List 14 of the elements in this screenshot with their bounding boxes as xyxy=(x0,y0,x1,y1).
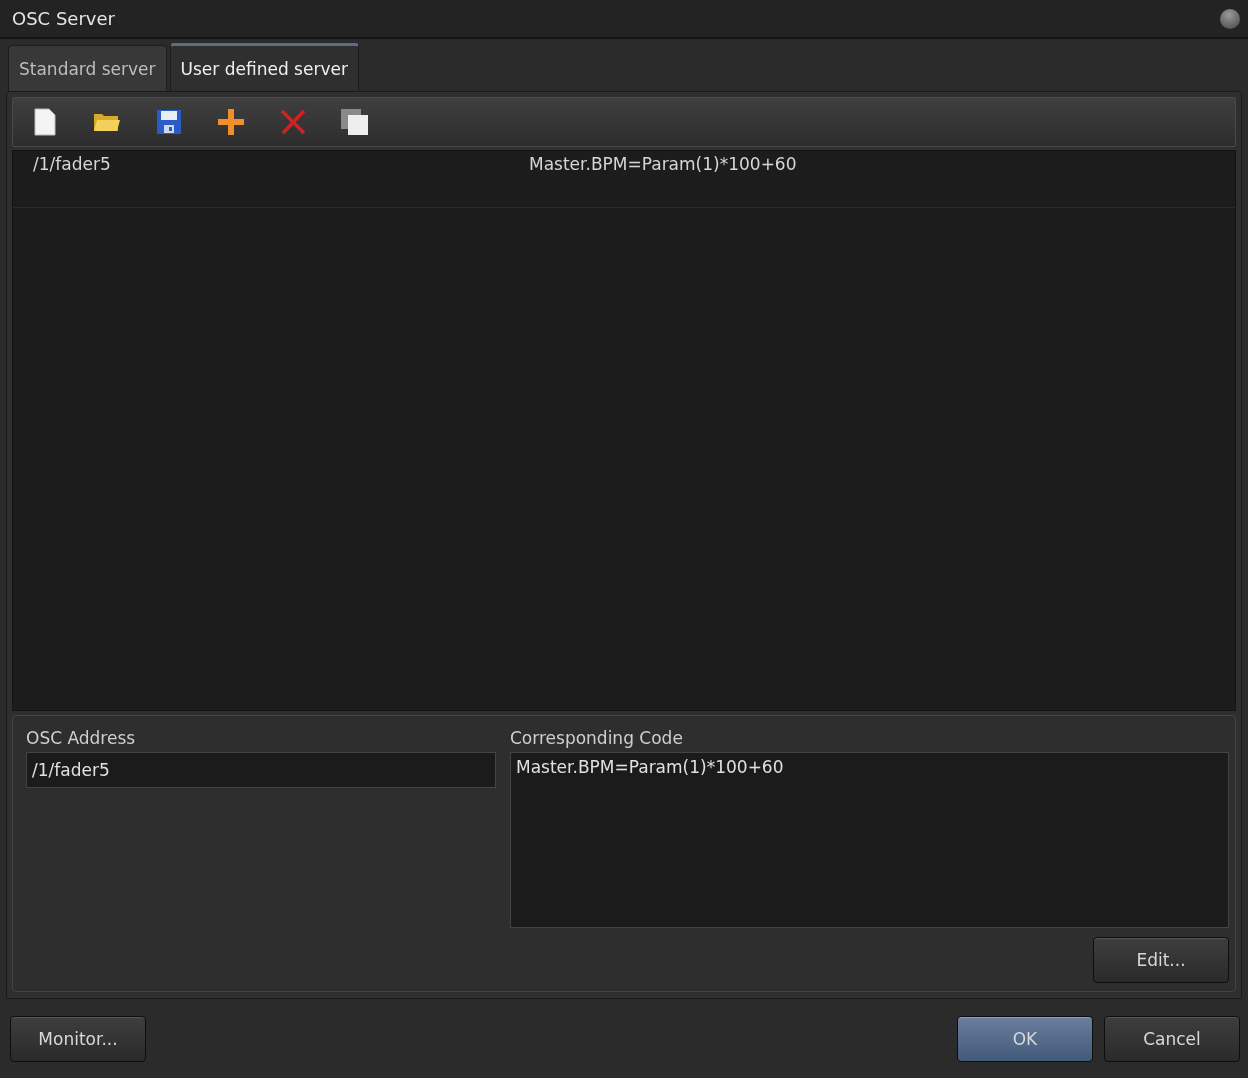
dialog-button[interactable]: Cancel xyxy=(1104,1015,1240,1062)
dialog-button[interactable]: OK xyxy=(957,1015,1093,1062)
field-label: OSC Address xyxy=(26,728,137,748)
code-input-field[interactable]: Master.BPM=Param(1)*100+60 xyxy=(510,752,1229,928)
edit-button[interactable]: Edit... xyxy=(1093,937,1229,983)
window-orb-icon xyxy=(1220,8,1240,29)
code-cell-text: Master.BPM=Param(1)*100+60 xyxy=(528,152,798,176)
monitor-button[interactable]: Monitor... xyxy=(10,1015,146,1062)
tab[interactable]: Standard server xyxy=(8,45,167,91)
address-cell-text: /1/fader5 xyxy=(32,152,112,176)
field-label: Corresponding Code xyxy=(510,728,684,748)
tab[interactable]: User defined server xyxy=(169,43,359,92)
window-title: OSC Server xyxy=(12,8,115,29)
address-input-field[interactable]: /1/fader5 xyxy=(26,752,496,788)
